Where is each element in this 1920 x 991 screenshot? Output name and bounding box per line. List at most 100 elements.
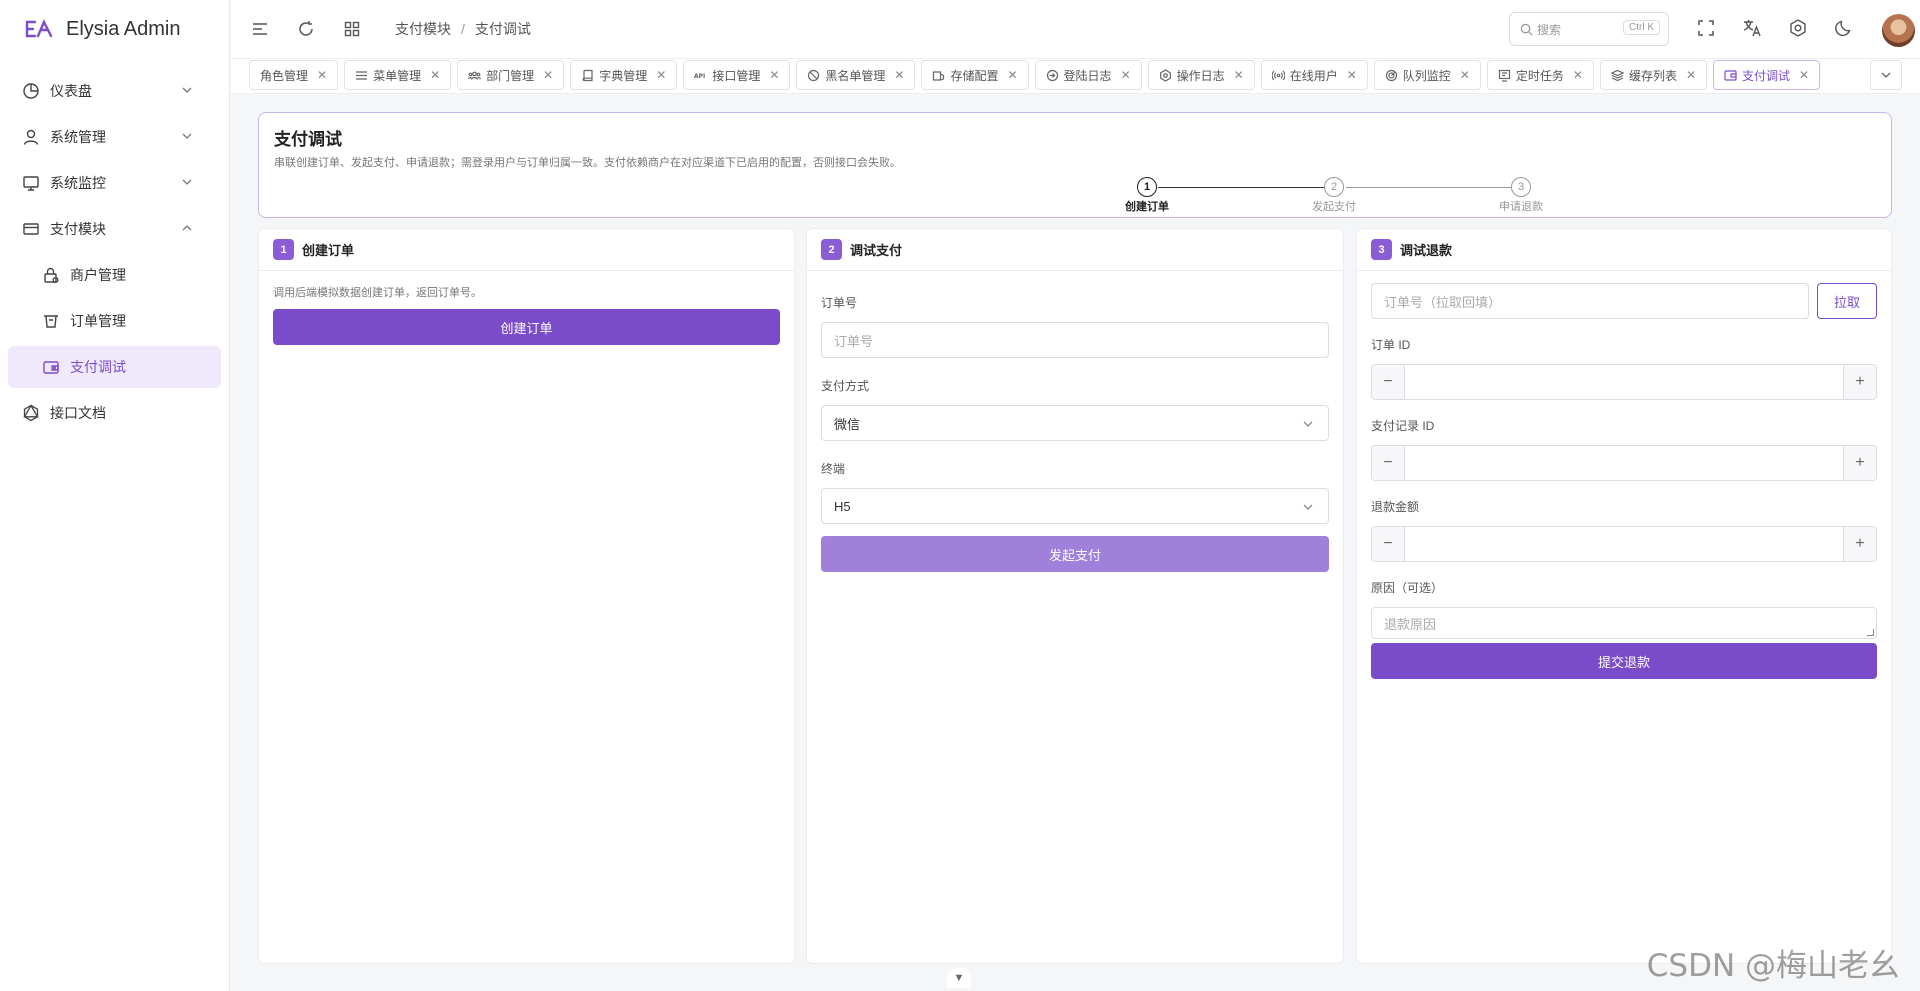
order-id-label: 订单 ID — [1371, 338, 1411, 352]
order-id-stepper[interactable]: − + — [1371, 364, 1877, 400]
close-icon[interactable]: ✕ — [430, 68, 440, 82]
sidebar-item-payment[interactable]: 支付模块 — [8, 208, 221, 250]
minus-icon[interactable]: − — [1372, 446, 1405, 480]
reason-label: 原因（可选） — [1371, 581, 1444, 595]
sidebar-item-api-docs[interactable]: 接口文档 — [8, 392, 221, 434]
brand[interactable]: Elysia Admin — [0, 0, 229, 58]
fullscreen-icon[interactable] — [1696, 18, 1716, 38]
pay-method-select[interactable]: 微信 — [821, 405, 1329, 441]
tab-online-users[interactable]: 在线用户 ✕ — [1260, 60, 1368, 90]
tab-op-log[interactable]: 操作日志 ✕ — [1147, 60, 1255, 90]
close-icon[interactable]: ✕ — [894, 68, 904, 82]
grid-icon[interactable] — [343, 20, 361, 38]
sidebar-item-merchant[interactable]: 商户管理 — [8, 254, 221, 296]
panel-title: 调试退款 — [1400, 243, 1453, 258]
page-title: 支付调试 — [274, 130, 342, 149]
close-icon[interactable]: ✕ — [1007, 68, 1017, 82]
close-icon[interactable]: ✕ — [317, 68, 327, 82]
search-box[interactable]: 搜索 Ctrl K — [1509, 12, 1669, 46]
sidebar-item-system[interactable]: 系统管理 — [8, 116, 221, 158]
sidebar-item-label: 支付模块 — [50, 221, 106, 237]
submit-refund-button[interactable]: 提交退款 — [1371, 643, 1877, 679]
tab-dept[interactable]: 部门管理 ✕ — [457, 60, 565, 90]
order-no-input[interactable]: 订单号 — [821, 322, 1329, 358]
close-icon[interactable]: ✕ — [656, 68, 666, 82]
minus-icon[interactable]: − — [1372, 365, 1405, 399]
tab-storage[interactable]: 存储配置 ✕ — [921, 60, 1029, 90]
tab-login-log[interactable]: 登陆日志 ✕ — [1034, 60, 1142, 90]
tab-blacklist[interactable]: 黑名单管理 ✕ — [796, 60, 916, 90]
create-order-hint: 调用后端模拟数据创建订单，返回订单号。 — [273, 287, 482, 299]
breadcrumb-item: 支付调试 — [474, 21, 531, 37]
close-icon[interactable]: ✕ — [1573, 68, 1583, 82]
step-number: 2 — [1324, 177, 1344, 197]
start-payment-button[interactable]: 发起支付 — [821, 536, 1329, 572]
storage-icon — [932, 69, 945, 82]
panel-body: 调用后端模拟数据创建订单，返回订单号。 创建订单 — [259, 271, 794, 357]
refund-order-input[interactable]: 订单号（拉取回填） — [1371, 283, 1809, 319]
api-icon: API — [694, 69, 707, 82]
pull-button[interactable]: 拉取 — [1817, 283, 1877, 319]
tab-role[interactable]: 角色管理 ✕ — [249, 60, 339, 90]
basket-icon — [42, 312, 60, 330]
gear-icon — [1159, 68, 1172, 82]
tab-pay-debug[interactable]: 支付调试 ✕ — [1713, 60, 1821, 90]
close-icon[interactable]: ✕ — [1799, 68, 1809, 82]
chevron-down-icon — [1303, 504, 1313, 510]
refund-reason-textarea[interactable]: 退款原因 — [1371, 607, 1877, 639]
breadcrumb-item[interactable]: 支付模块 — [395, 19, 451, 39]
refund-amount-field[interactable] — [1405, 527, 1843, 561]
chevron-up-icon — [182, 225, 192, 231]
pay-method-value: 微信 — [834, 416, 861, 432]
sidebar-item-label: 接口文档 — [50, 405, 106, 421]
list-icon — [355, 69, 368, 82]
logo-icon — [25, 19, 53, 38]
close-icon[interactable]: ✕ — [1460, 68, 1470, 82]
close-icon[interactable]: ✕ — [1686, 68, 1696, 82]
tab-menu[interactable]: 菜单管理 ✕ — [344, 60, 452, 90]
sidebar-item-pay-debug[interactable]: 支付调试 — [8, 346, 221, 388]
tab-label: 菜单管理 — [373, 68, 422, 83]
close-icon[interactable]: ✕ — [769, 68, 779, 82]
tab-api[interactable]: API 接口管理 ✕ — [683, 60, 791, 90]
page-description: 串联创建订单、发起支付、申请退款；需登录用户与订单归属一致。支付依赖商户在对应渠… — [274, 157, 901, 169]
order-id-field[interactable] — [1405, 365, 1843, 399]
sidebar-item-monitor[interactable]: 系统监控 — [8, 162, 221, 204]
moon-icon[interactable] — [1834, 18, 1854, 38]
tab-label: 部门管理 — [486, 68, 535, 83]
refresh-icon[interactable] — [297, 20, 315, 38]
settings-icon[interactable] — [1788, 18, 1808, 38]
panel-body: 订单号 订单号 支付方式 微信 终端 H5 发起支付 — [807, 271, 1343, 584]
pay-debug-panel: 2 调试支付 订单号 订单号 支付方式 微信 终端 H5 发起支付 — [806, 228, 1344, 964]
avatar[interactable] — [1882, 14, 1915, 47]
close-icon[interactable]: ✕ — [543, 68, 553, 82]
login-icon — [1046, 69, 1059, 82]
tab-label: 存储配置 — [950, 68, 999, 83]
sidebar-item-dashboard[interactable]: 仪表盘 — [8, 70, 221, 112]
plus-icon[interactable]: + — [1843, 527, 1876, 561]
close-icon[interactable]: ✕ — [1347, 68, 1357, 82]
pay-record-id-stepper[interactable]: − + — [1371, 445, 1877, 481]
menu-fold-icon[interactable] — [251, 20, 269, 38]
tab-dict[interactable]: 字典管理 ✕ — [570, 60, 678, 90]
tab-scheduled[interactable]: 定时任务 ✕ — [1486, 60, 1594, 90]
plus-icon[interactable]: + — [1843, 365, 1876, 399]
create-order-button[interactable]: 创建订单 — [273, 309, 780, 345]
sidebar-item-label: 支付调试 — [70, 359, 126, 375]
tab-label: 操作日志 — [1176, 68, 1225, 83]
refund-amount-stepper[interactable]: − + — [1371, 526, 1877, 562]
tab-queue[interactable]: 队列监控 ✕ — [1373, 60, 1481, 90]
scroll-down-icon[interactable]: ▼ — [947, 968, 971, 988]
pay-record-id-field[interactable] — [1405, 446, 1843, 480]
create-order-panel: 1 创建订单 调用后端模拟数据创建订单，返回订单号。 创建订单 — [258, 228, 795, 964]
tab-cache[interactable]: 缓存列表 ✕ — [1599, 60, 1708, 90]
sidebar-item-orders[interactable]: 订单管理 — [8, 300, 221, 342]
close-icon[interactable]: ✕ — [1234, 68, 1244, 82]
close-icon[interactable]: ✕ — [1121, 68, 1131, 82]
terminal-select[interactable]: H5 — [821, 488, 1329, 524]
tabs-more-button[interactable] — [1870, 60, 1902, 90]
translate-icon[interactable] — [1742, 18, 1762, 38]
minus-icon[interactable]: − — [1372, 527, 1405, 561]
plus-icon[interactable]: + — [1843, 446, 1876, 480]
sidebar-item-label: 仪表盘 — [50, 83, 92, 99]
